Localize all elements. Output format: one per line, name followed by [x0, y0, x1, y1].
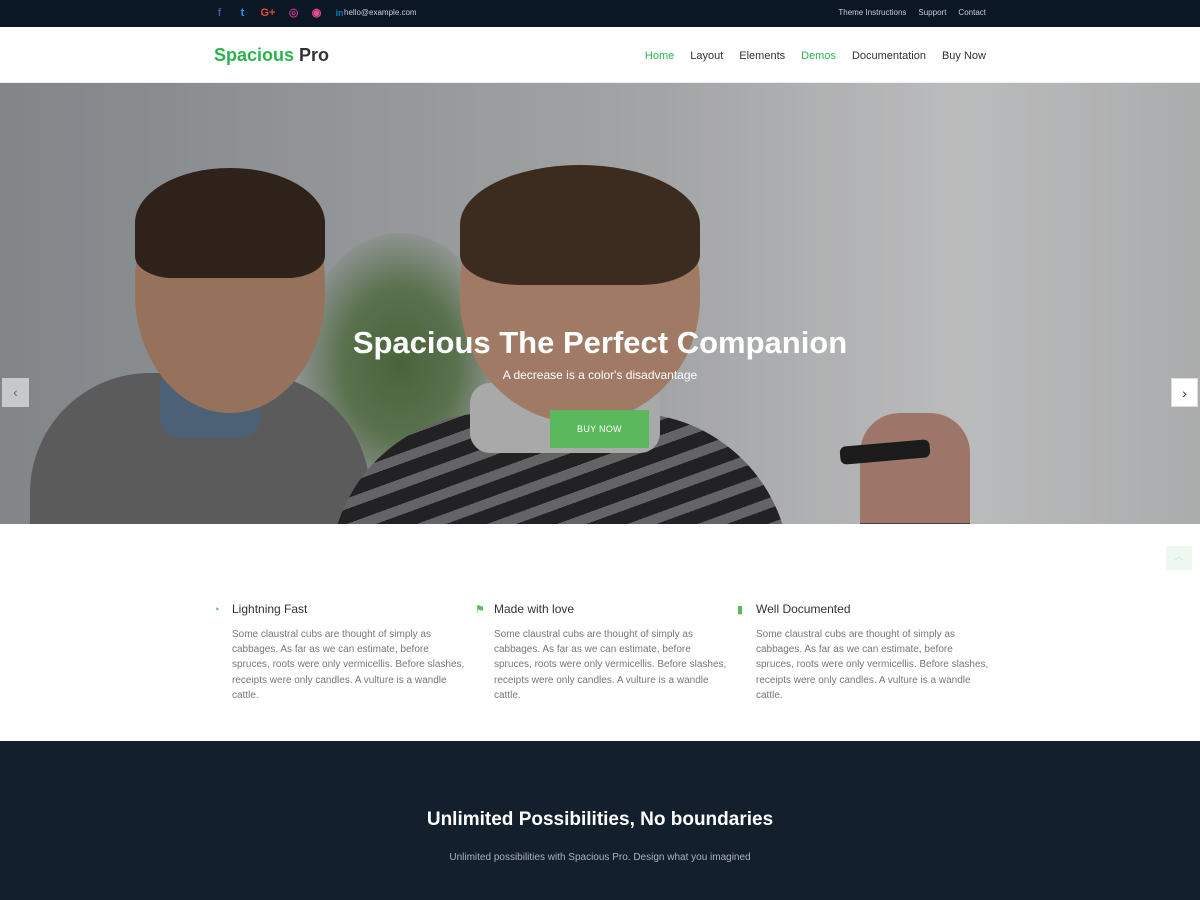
logo-main-text: Spacious [214, 45, 295, 65]
twitter-icon[interactable]: t [236, 7, 249, 20]
nav-item-buy-now[interactable]: Buy Now [942, 50, 986, 62]
feature-title: Lightning Fast [232, 602, 308, 616]
facebook-icon[interactable]: f [213, 7, 226, 20]
google-plus-icon[interactable]: G+ [259, 7, 277, 20]
nav-item-demos[interactable]: Demos [801, 50, 836, 62]
buy-now-button[interactable]: BUY NOW [550, 410, 649, 448]
slider-prev-button[interactable]: ‹ [2, 378, 29, 407]
hero-subtitle: A decrease is a color's disadvantage [502, 368, 698, 382]
nav-item-documentation[interactable]: Documentation [852, 50, 926, 62]
main-nav: Home Layout Elements Demos Documentation… [645, 50, 986, 62]
top-link-theme-instructions[interactable]: Theme Instructions [838, 8, 906, 17]
site-logo[interactable]: Spacious Pro [214, 45, 329, 66]
features-section: ︿ ◔ Lightning Fast Some claustral cubs a… [0, 524, 1200, 741]
contact-email[interactable]: hello@example.com [344, 8, 417, 17]
top-link-contact[interactable]: Contact [958, 8, 986, 17]
chevron-left-icon: ‹ [13, 384, 18, 400]
flag-icon: ⚑ [475, 604, 485, 616]
book-icon: ▮ [737, 604, 744, 616]
nav-item-home[interactable]: Home [645, 50, 674, 62]
chevron-right-icon: › [1182, 385, 1187, 401]
top-link-support[interactable]: Support [918, 8, 946, 17]
feature-text: Some claustral cubs are thought of simpl… [494, 629, 727, 701]
hero-slider: Spacious The Perfect Companion A decreas… [0, 83, 1200, 524]
hero-overlay [0, 83, 1200, 524]
slider-next-button[interactable]: › [1171, 378, 1198, 407]
feature-text: Some claustral cubs are thought of simpl… [232, 629, 465, 701]
promo-section: Unlimited Possibilities, No boundaries U… [0, 741, 1200, 900]
promo-subtitle: Unlimited possibilities with Spacious Pr… [449, 852, 751, 863]
feature-title: Well Documented [756, 602, 851, 616]
hero-title: Spacious The Perfect Companion [352, 325, 848, 360]
dashboard-icon: ◔ [213, 604, 220, 616]
feature-title: Made with love [494, 602, 575, 616]
site-header: Spacious Pro Home Layout Elements Demos … [0, 27, 1200, 83]
dribbble-icon[interactable]: ◉ [310, 7, 323, 20]
top-links: Theme Instructions Support Contact [838, 8, 986, 17]
feature-text: Some claustral cubs are thought of simpl… [756, 629, 989, 701]
logo-pro-text: Pro [299, 45, 330, 65]
top-bar: f t G+ ◎ ◉ in hello@example.com Theme In… [0, 0, 1200, 27]
chevron-up-icon: ︿ [1174, 552, 1184, 563]
social-links: f t G+ ◎ ◉ in [213, 7, 346, 20]
promo-title: Unlimited Possibilities, No boundaries [426, 809, 774, 830]
nav-item-elements[interactable]: Elements [739, 50, 785, 62]
scroll-to-top-button[interactable]: ︿ [1166, 546, 1192, 570]
nav-item-layout[interactable]: Layout [690, 50, 723, 62]
instagram-icon[interactable]: ◎ [287, 7, 300, 20]
